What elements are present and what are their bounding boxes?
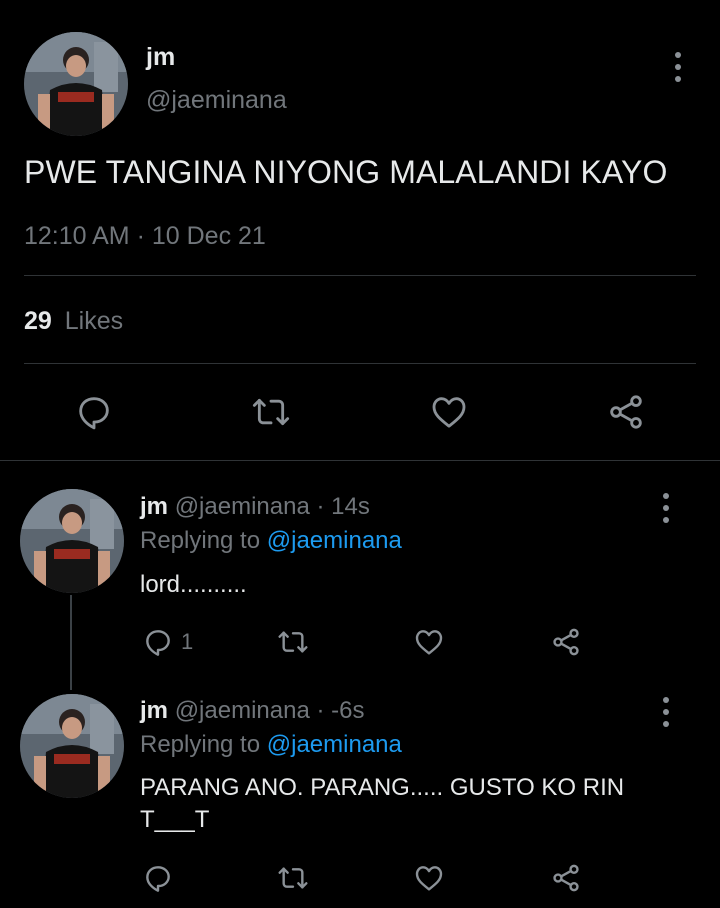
heart-icon[interactable]: [413, 862, 445, 894]
divider: [24, 363, 696, 364]
reply-time: -6s: [331, 697, 365, 724]
thread-connector: [70, 595, 72, 690]
separator-dot: ·: [316, 493, 325, 520]
likes-count: 29: [24, 307, 52, 335]
reply-count: 1: [181, 629, 194, 654]
handle[interactable]: @jaeminana: [146, 86, 287, 115]
share-icon[interactable]: [606, 392, 646, 432]
reply-header: jm @jaeminana · 14s: [140, 493, 370, 521]
tweet-text: PWE TANGINA NIYONG MALALANDI KAYO: [24, 154, 668, 190]
share-icon[interactable]: [550, 862, 582, 894]
reply-text: lord..........: [140, 571, 247, 598]
display-name[interactable]: jm: [140, 493, 168, 520]
retweet-icon[interactable]: [276, 626, 310, 658]
reply-time: 14s: [331, 493, 370, 520]
replying-to-label: Replying to: [140, 731, 261, 758]
section-divider: [0, 460, 720, 461]
reply-icon[interactable]: [74, 392, 114, 432]
retweet-icon[interactable]: [250, 392, 292, 432]
divider: [24, 275, 696, 276]
replying-to-label: Replying to: [140, 527, 261, 554]
replying-to: Replying to @jaeminana: [140, 731, 402, 759]
timestamp: 12:10 AM · 10 Dec 21: [24, 222, 266, 251]
reply-header: jm @jaeminana · -6s: [140, 697, 364, 725]
heart-icon[interactable]: [413, 626, 445, 658]
avatar-photo: [20, 694, 124, 798]
display-name[interactable]: jm: [146, 43, 175, 72]
tweet-time: 12:10 AM: [24, 222, 130, 250]
handle[interactable]: @jaeminana: [175, 493, 310, 520]
handle[interactable]: @jaeminana: [175, 697, 310, 724]
avatar-photo: [24, 32, 128, 136]
avatar[interactable]: [20, 489, 124, 593]
separator-dot: ·: [136, 222, 145, 250]
retweet-icon[interactable]: [276, 862, 310, 894]
display-name[interactable]: jm: [140, 697, 168, 724]
reply-icon[interactable]: [142, 626, 174, 658]
more-vertical-icon[interactable]: [654, 493, 678, 523]
reply-icon[interactable]: [142, 862, 174, 894]
replying-to-handle[interactable]: @jaeminana: [267, 527, 402, 554]
replying-to-handle[interactable]: @jaeminana: [267, 731, 402, 758]
share-icon[interactable]: [550, 626, 582, 658]
separator-dot: ·: [316, 697, 325, 724]
heart-icon[interactable]: [429, 392, 469, 432]
reply-text-line: T___T: [140, 806, 210, 833]
likes-stat[interactable]: 29 Likes: [24, 307, 123, 336]
reply-text-line: PARANG ANO. PARANG..... GUSTO KO RIN: [140, 774, 625, 801]
more-vertical-icon[interactable]: [666, 52, 690, 82]
avatar[interactable]: [24, 32, 128, 136]
avatar[interactable]: [20, 694, 124, 798]
tweet-date: 10 Dec 21: [151, 222, 266, 250]
avatar-photo: [20, 489, 124, 593]
replying-to: Replying to @jaeminana: [140, 527, 402, 555]
likes-label: Likes: [64, 307, 124, 335]
more-vertical-icon[interactable]: [654, 697, 678, 727]
